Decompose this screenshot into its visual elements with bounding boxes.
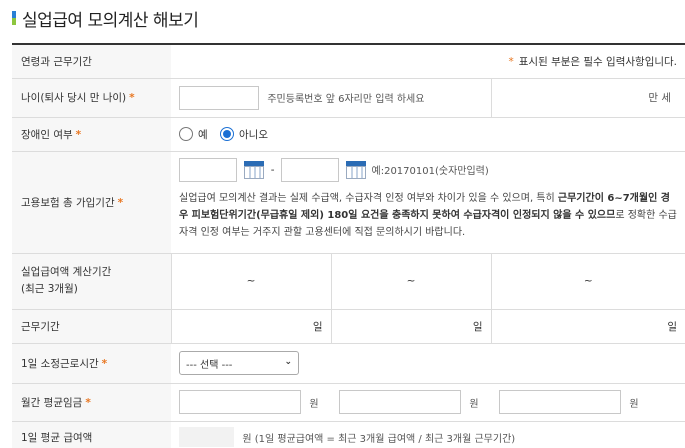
wage-input-1[interactable]: [179, 390, 301, 414]
end-date-input[interactable]: [280, 157, 339, 182]
end-calendar-icon[interactable]: [346, 160, 367, 180]
page-title: 실업급여 모의계산 해보기: [22, 10, 199, 31]
label-daily-hours: 1일 소정근로시간 *: [12, 343, 171, 384]
age-unit: 만 세: [648, 92, 672, 104]
label-age: 나이(퇴사 당시 만 나이) *: [12, 78, 171, 118]
row-age-period: 연령과 근무기간 * 표시된 부분은 필수 입력사항입니다.: [12, 43, 685, 79]
calc-period-2: ~: [330, 253, 491, 310]
row-daily-avg: 1일 평균 급여액 원 (1일 평균급여액 = 최근 3개월 급여액 / 최근 …: [12, 421, 685, 448]
radio-yes[interactable]: [179, 127, 193, 141]
required-note: * 표시된 부분은 필수 입력사항입니다.: [171, 43, 685, 79]
insurance-notice: 실업급여 모의계산 결과는 실제 수급액, 수급자격 인정 여부와 차이가 있을…: [179, 192, 677, 238]
calc-period-1: ~: [170, 253, 331, 310]
row-work-period: 근무기간 일 일 일: [12, 309, 685, 344]
label-age-period: 연령과 근무기간: [12, 43, 171, 79]
radio-yes-label: 예: [198, 128, 208, 141]
date-dash: -: [270, 163, 275, 176]
wage-cell-1: 원: [171, 383, 331, 422]
work-days-3: 일: [490, 309, 685, 344]
age-unit-cell: 만 세: [490, 78, 685, 118]
start-date-input[interactable]: [179, 157, 237, 182]
wage-unit-3: 원: [629, 398, 639, 410]
wage-unit-2: 원: [469, 398, 479, 410]
page-title-block: 실업급여 모의계산 해보기: [12, 6, 199, 31]
insurance-cell: - 예:20170101(숫자만입력) 실업급여 모의계산 결과는 실제 수급액…: [171, 151, 685, 254]
start-calendar-icon[interactable]: [244, 160, 265, 180]
radio-no[interactable]: [220, 127, 235, 141]
label-insurance: 고용보험 총 가입기간 *: [12, 151, 171, 254]
date-range: - 예:20170101(숫자만입력): [179, 157, 685, 186]
row-monthly-wage: 월간 평균임금 * 원 원 원: [12, 383, 685, 422]
date-hint: 예:20170101(숫자만입력): [371, 166, 489, 177]
disability-options: 예 아니오: [171, 117, 685, 152]
required-note-text: 표시된 부분은 필수 입력사항입니다.: [518, 55, 678, 68]
daily-avg-cell: 원 (1일 평균급여액 = 최근 3개월 급여액 / 최근 3개월 근무기간): [171, 421, 685, 448]
wage-input-2[interactable]: [339, 390, 461, 414]
label-monthly-wage: 월간 평균임금 *: [12, 383, 171, 422]
work-days-1: 일: [170, 309, 331, 344]
wage-cell-2: 원: [331, 383, 491, 422]
daily-hours-select[interactable]: --- 선택 --- ⌄: [179, 351, 299, 375]
wage-cell-3: 원: [491, 383, 685, 422]
calculator-form: 연령과 근무기간 * 표시된 부분은 필수 입력사항입니다. 나이(퇴사 당시 만…: [12, 43, 685, 448]
daily-avg-formula: 원 (1일 평균급여액 = 최근 3개월 급여액 / 최근 3개월 근무기간): [242, 433, 516, 445]
calc-period-3: ~: [490, 253, 685, 310]
row-age: 나이(퇴사 당시 만 나이) * 주민등록번호 앞 6자리만 입력 하세요 만 세: [12, 78, 685, 118]
required-star: *: [508, 55, 514, 68]
label-disability: 장애인 여부 *: [12, 117, 171, 152]
age-input-cell: 주민등록번호 앞 6자리만 입력 하세요: [171, 78, 491, 118]
label-calc-period: 실업급여액 계산기간 (최근 3개월): [12, 253, 171, 310]
label-work-period: 근무기간: [12, 309, 171, 344]
wage-unit-1: 원: [309, 398, 319, 410]
chevron-down-icon: ⌄: [284, 357, 292, 367]
age-input[interactable]: [179, 85, 259, 110]
radio-no-label: 아니오: [239, 128, 268, 141]
age-hint: 주민등록번호 앞 6자리만 입력 하세요: [267, 94, 425, 105]
label-daily-avg: 1일 평균 급여액: [12, 421, 171, 448]
daily-avg-output: [179, 427, 234, 447]
row-daily-hours: 1일 소정근로시간 * --- 선택 --- ⌄: [12, 343, 685, 384]
work-days-2: 일: [330, 309, 491, 344]
daily-hours-cell: --- 선택 --- ⌄: [171, 343, 685, 384]
row-insurance: 고용보험 총 가입기간 * - 예:20170101(숫자만입력) 실업급여 모의…: [12, 151, 685, 254]
wage-input-3[interactable]: [499, 390, 621, 414]
title-bar-icon: [12, 11, 16, 25]
row-calc-period: 실업급여액 계산기간 (최근 3개월) ~ ~ ~: [12, 253, 685, 310]
row-disability: 장애인 여부 * 예 아니오: [12, 117, 685, 152]
